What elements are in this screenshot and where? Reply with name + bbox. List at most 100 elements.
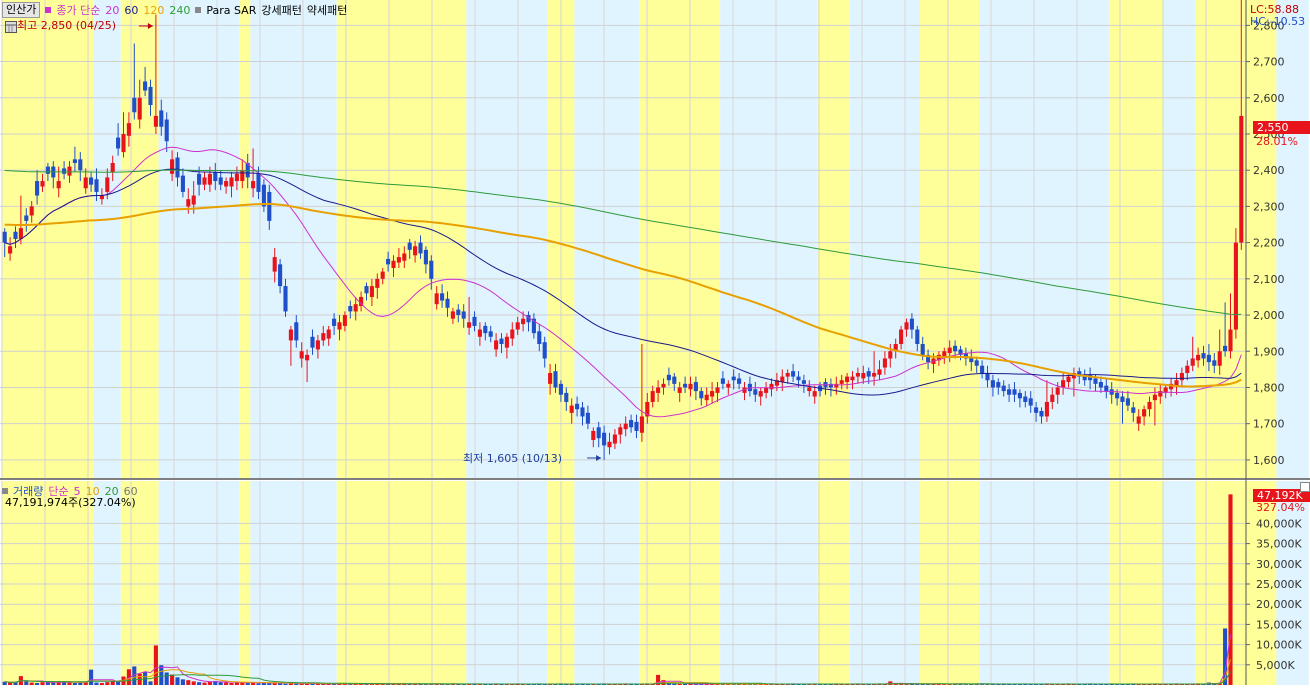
price-axis-label: 2,400 [1253,164,1285,177]
weak-pattern-band [979,481,1109,685]
strong-pattern-band [239,481,251,685]
candle-body [29,206,34,216]
candle-body [1120,396,1125,402]
last-change: 28.01% [1256,135,1298,148]
volume-bar [110,681,115,685]
low-annotation: 최저 1,605 (10/13) [463,452,563,465]
candle-body [35,181,40,196]
candle-body [634,421,639,431]
weak-pattern-band [466,481,548,685]
candle-body [612,434,617,444]
candle-body [89,177,94,185]
candle-body [1098,382,1103,388]
volume-axis-label: 35,000K [1256,538,1302,551]
strong-pattern-band [639,0,721,478]
weak-pattern-band [574,0,640,478]
sar-label[interactable]: Para SAR [206,4,256,17]
chart-svg: 1,600 1,700 1,800 1,900 2,000 2,100 2,200 2,300… [0,0,1310,686]
candle-body [591,430,596,440]
weak-pattern-band [849,0,920,478]
candle-body [418,242,423,254]
price-axis-label: 1,600 [1253,454,1285,467]
candle-body [661,383,666,388]
candle-body [67,166,72,176]
candle-body [1034,407,1039,413]
candle-body [143,81,148,91]
weak-pattern-band [93,481,121,685]
candle-body [580,407,585,417]
candle-body [1185,365,1190,373]
weak-pattern-label[interactable]: 약세패턴 [307,2,347,18]
weak-pattern-band [1163,481,1196,685]
candle-body [488,331,493,337]
strong-pattern-band [120,481,159,685]
candle-body [807,387,812,392]
candle-body [542,342,547,359]
price-axis-label: 2,300 [1253,200,1285,213]
candle-body [1239,115,1244,243]
candle-body [62,168,67,174]
candle-body [13,231,18,239]
candle-body [915,329,920,345]
candle-body [461,311,466,319]
candle-body [796,376,801,381]
stock-name-button[interactable]: 인산가 [2,2,41,18]
candle-body [267,191,272,221]
candle-body [812,391,817,397]
candle-body [672,376,677,384]
candle-body [596,427,601,439]
candle-body [110,162,115,173]
weak-pattern-band [466,0,548,478]
weak-pattern-band [720,0,818,478]
candle-body [677,387,682,393]
volume-axis-label: 40,000K [1256,517,1302,530]
ma-20-label[interactable]: 20 [105,4,119,17]
candle-body [1212,360,1217,366]
candle-body [321,333,326,341]
candle-body [445,298,450,308]
candle-body [121,133,126,153]
candle-body [629,420,634,428]
candle-body [720,378,725,384]
candle-body [45,166,50,174]
candle-body [623,423,628,430]
candle-body [1223,345,1228,352]
ma-120-label[interactable]: 120 [143,4,164,17]
candle-body [467,322,472,328]
candle-body [947,347,952,354]
candle-body [1017,392,1022,399]
ma-legend-label[interactable]: 종가 단순 [56,2,100,18]
candle-body [834,383,839,388]
candle-body [24,215,29,221]
candle-body [521,318,526,325]
candle-body [920,344,925,355]
strong-pattern-band [639,481,721,685]
volume-axis-label: 25,000K [1256,578,1302,591]
stock-chart: 1,600 1,700 1,800 1,900 2,000 2,100 2,200 2,300… [0,0,1310,686]
volume-axis-label: 15,000K [1256,618,1302,631]
ma-legend-marker-icon [45,7,52,13]
candle-body [283,286,288,312]
panel-maximize-icon[interactable] [1300,482,1310,492]
candle-body [1136,416,1141,424]
calendar-icon[interactable] [5,21,17,33]
candle-body [882,358,887,368]
candle-body [791,371,796,377]
candle-body [240,170,245,182]
candle-body [888,351,893,359]
ma-60-label[interactable]: 60 [124,4,138,17]
candle-body [456,309,461,316]
price-axis-label: 1,700 [1253,418,1285,431]
candle-body [472,316,477,326]
ma-240-label[interactable]: 240 [169,4,190,17]
strong-pattern-label[interactable]: 강세패턴 [261,2,301,18]
candle-body [450,311,455,319]
candle-body [537,331,542,345]
price-axis-label: 1,800 [1253,381,1285,394]
candle-body [310,336,315,348]
candle-body [1061,380,1066,388]
volume-bar [175,677,180,685]
candle-body [332,318,337,326]
candle-body [1152,394,1157,401]
strong-pattern-band [1109,481,1163,685]
